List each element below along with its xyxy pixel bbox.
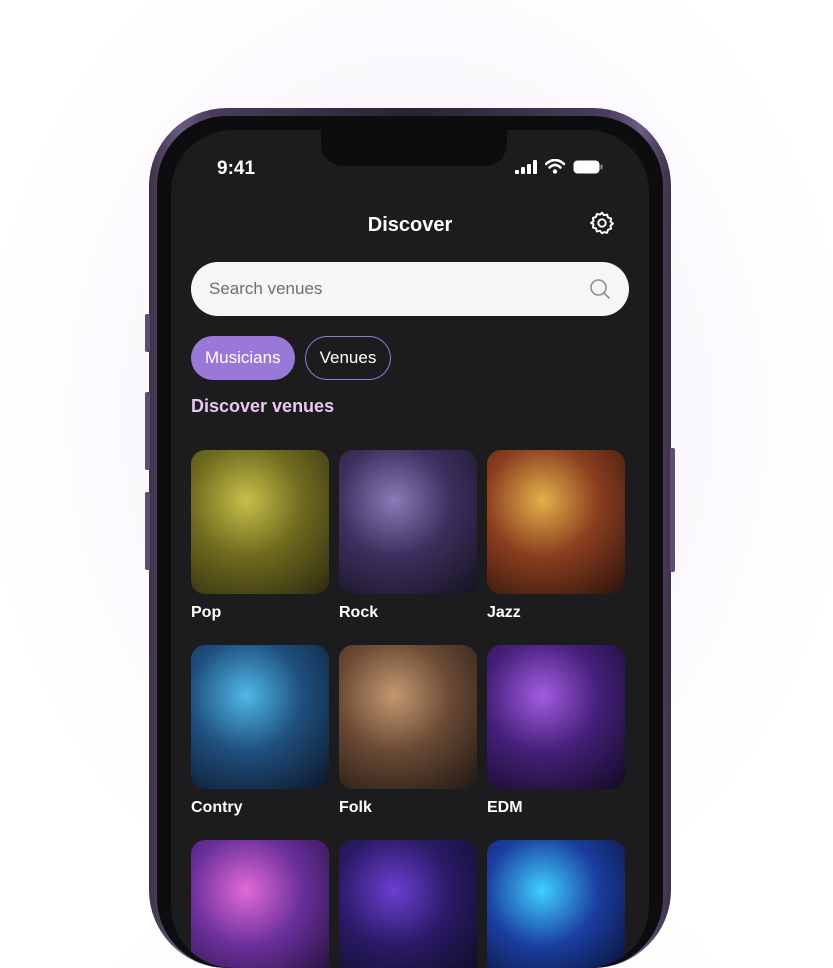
genre-label: Pop: [191, 604, 222, 621]
search-bar[interactable]: Search venues: [191, 262, 629, 316]
side-button-volume-down: [145, 492, 150, 570]
status-time: 9:41: [217, 158, 256, 179]
side-button-power: [670, 448, 675, 572]
side-button-silent: [145, 314, 150, 352]
phone-bezel: 9:41 Discover Search venues Musicians Ve…: [157, 116, 663, 968]
genre-image[interactable]: [191, 450, 329, 594]
search-icon[interactable]: [589, 278, 611, 300]
genre-image[interactable]: [487, 840, 625, 968]
genre-card[interactable]: [191, 840, 329, 968]
genre-image[interactable]: [339, 450, 477, 594]
genre-card[interactable]: Rock: [339, 450, 477, 622]
genre-label: Folk: [339, 799, 372, 816]
notch: [321, 130, 507, 166]
wifi-icon: [545, 159, 565, 174]
tab-musicians[interactable]: Musicians: [191, 336, 295, 380]
genre-label: EDM: [487, 799, 523, 816]
section-title: Discover venues: [191, 396, 335, 416]
genre-image[interactable]: [191, 840, 329, 968]
tab-venues[interactable]: Venues: [304, 336, 392, 380]
genre-card[interactable]: Contry: [191, 645, 329, 817]
cellular-signal-icon: [515, 159, 537, 174]
battery-icon: [573, 160, 603, 173]
filter-tabs: Musicians Venues: [191, 336, 392, 380]
status-icons: [515, 159, 603, 174]
genre-image[interactable]: [339, 645, 477, 789]
genre-card[interactable]: Folk: [339, 645, 477, 817]
gear-icon[interactable]: [589, 210, 615, 236]
phone-frame: 9:41 Discover Search venues Musicians Ve…: [145, 108, 675, 968]
genre-image[interactable]: [191, 645, 329, 789]
genre-card[interactable]: Pop: [191, 450, 329, 622]
genre-card[interactable]: [487, 840, 625, 968]
phone-screen: 9:41 Discover Search venues Musicians Ve…: [171, 130, 649, 968]
genre-label: Rock: [339, 604, 379, 621]
genre-card[interactable]: Jazz: [487, 450, 625, 622]
search-input[interactable]: Search venues: [209, 279, 589, 299]
page-title: Discover: [367, 214, 453, 236]
genre-image[interactable]: [339, 840, 477, 968]
genre-card[interactable]: EDM: [487, 645, 625, 817]
genre-label: Jazz: [487, 604, 521, 621]
genre-card[interactable]: [339, 840, 477, 968]
genre-image[interactable]: [487, 645, 625, 789]
genre-image[interactable]: [487, 450, 625, 594]
genre-label: Contry: [191, 799, 243, 816]
side-button-volume-up: [145, 392, 150, 470]
